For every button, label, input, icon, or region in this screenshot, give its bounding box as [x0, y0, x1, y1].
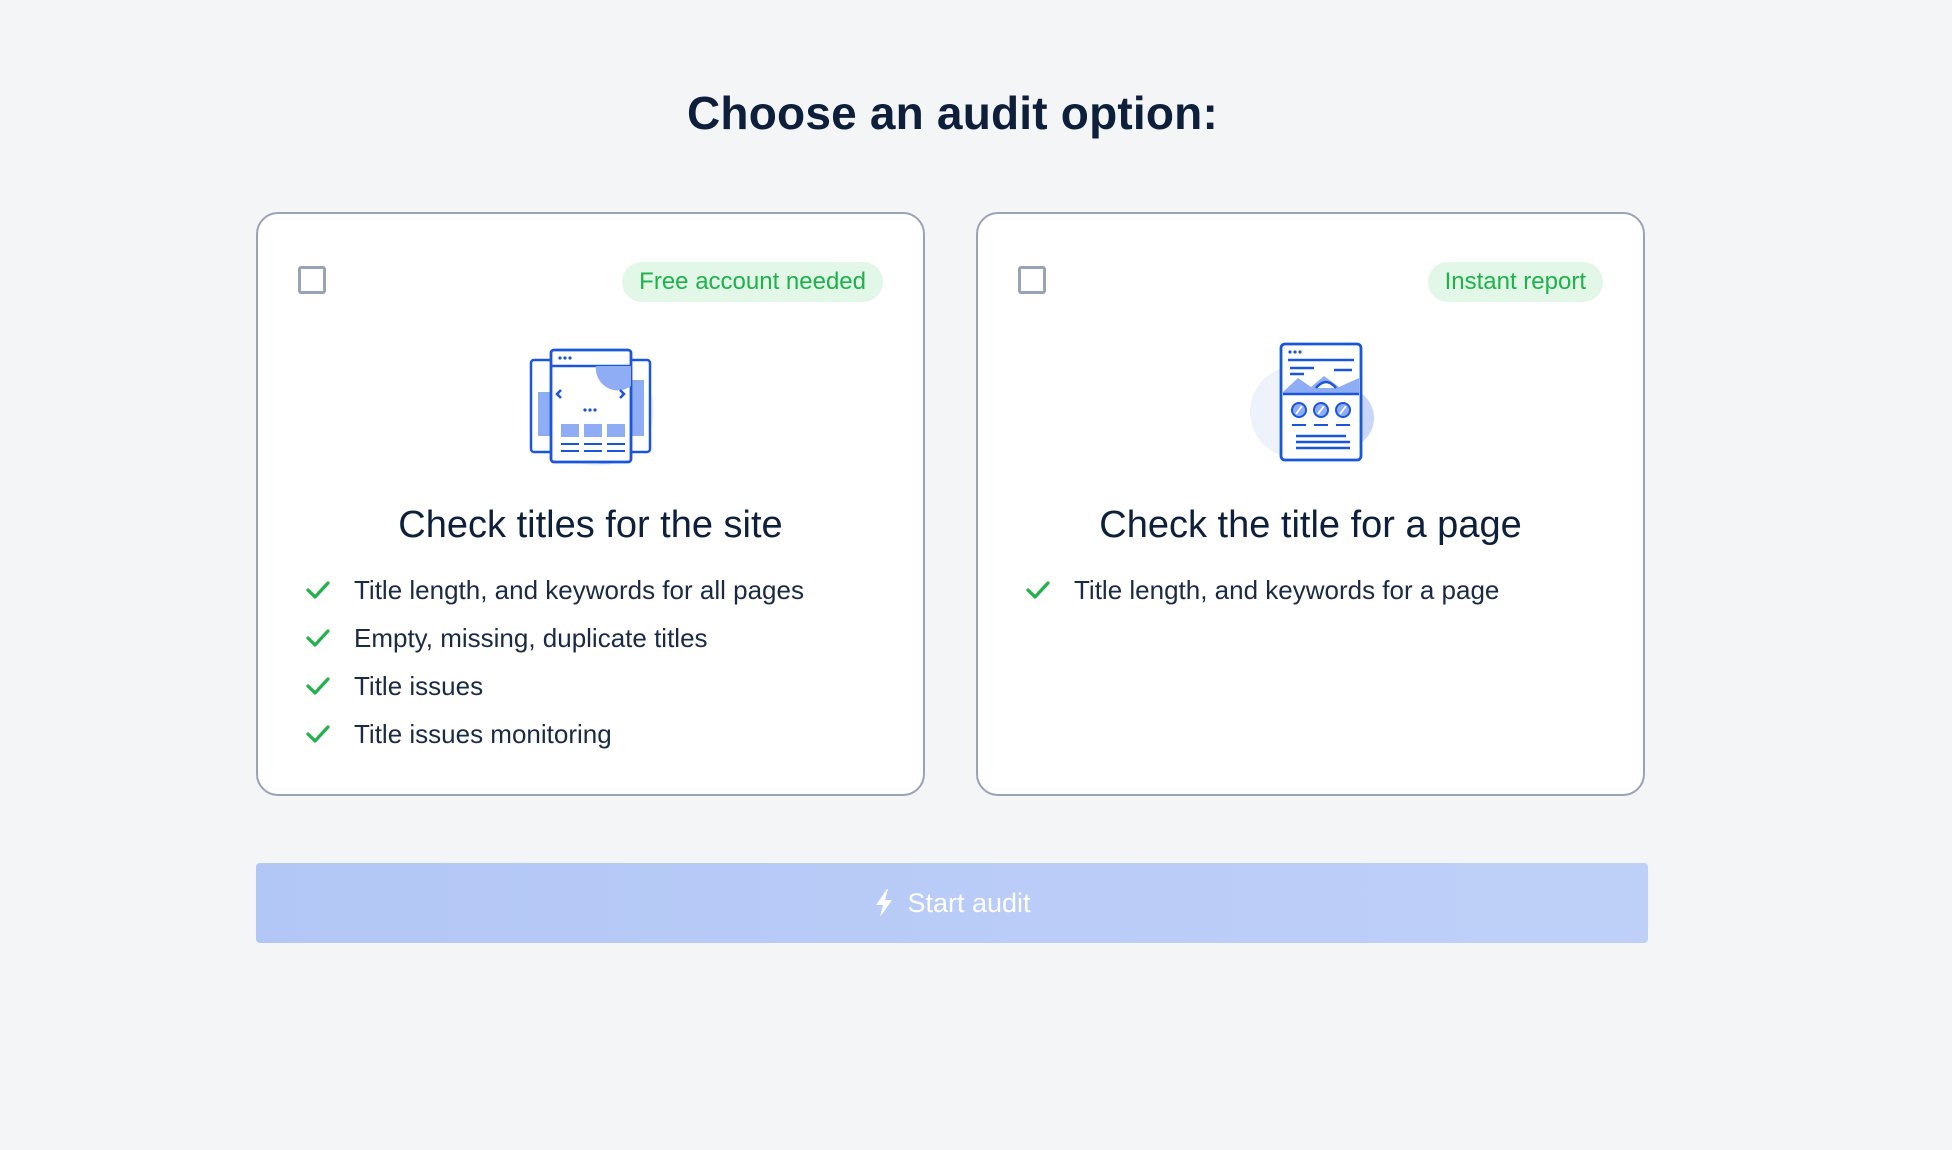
lightning-bolt-icon: [876, 889, 893, 917]
feature-label: Title length, and keywords for all pages: [354, 574, 804, 605]
check-icon: [306, 581, 330, 599]
feature-label: Title length, and keywords for a page: [1074, 574, 1500, 605]
option-title-page: Check the title for a page: [1099, 504, 1522, 546]
single-page-icon: [1249, 342, 1374, 462]
option-checkbox-page[interactable]: [1018, 266, 1046, 294]
check-icon: [306, 677, 330, 695]
list-item: Title issues monitoring: [304, 710, 804, 758]
page-title: Choose an audit option:: [687, 87, 1218, 139]
start-audit-button[interactable]: Start audit: [256, 863, 1648, 943]
list-item: Title length, and keywords for all pages: [304, 566, 804, 614]
list-item: Title issues: [304, 662, 804, 710]
list-item: Title length, and keywords for a page: [1024, 566, 1499, 614]
badge-instant-report: Instant report: [1427, 262, 1603, 302]
option-card-page[interactable]: Instant report Check the title for a pag…: [976, 212, 1645, 796]
feature-label: Empty, missing, duplicate titles: [354, 622, 708, 653]
start-audit-label: Start audit: [907, 887, 1031, 918]
badge-free-account: Free account needed: [622, 262, 883, 302]
option-card-site[interactable]: Free account needed Check titles for the…: [256, 212, 925, 796]
check-icon: [306, 629, 330, 647]
feature-list-page: Title length, and keywords for a page: [1024, 566, 1499, 614]
check-icon: [306, 725, 330, 743]
multi-page-site-icon: [529, 348, 654, 466]
feature-label: Title issues: [354, 670, 484, 701]
list-item: Empty, missing, duplicate titles: [304, 614, 804, 662]
check-icon: [1026, 581, 1050, 599]
feature-label: Title issues monitoring: [354, 718, 612, 749]
option-checkbox-site[interactable]: [298, 266, 326, 294]
feature-list-site: Title length, and keywords for all pages…: [304, 566, 804, 758]
option-title-site: Check titles for the site: [398, 504, 783, 546]
